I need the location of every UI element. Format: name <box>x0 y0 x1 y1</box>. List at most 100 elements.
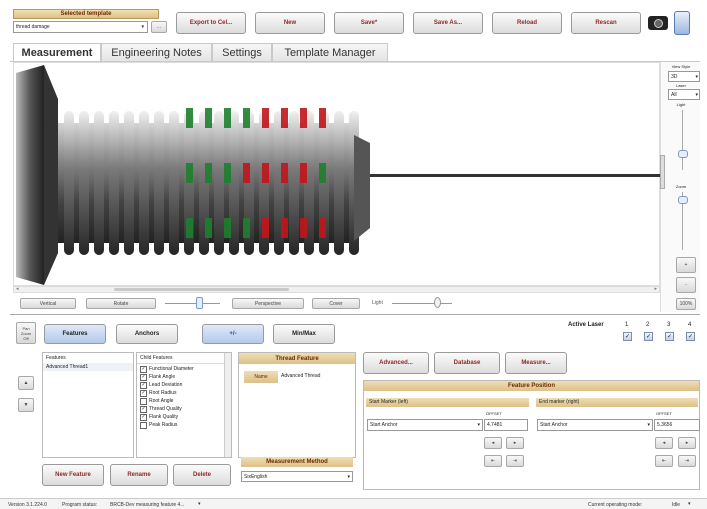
end-step-right-button[interactable]: ▸ <box>678 437 696 449</box>
end-align-left-button[interactable]: ⇤ <box>655 455 673 467</box>
start-align-right-button[interactable]: ⇥ <box>506 455 524 467</box>
checkbox[interactable]: ✓ <box>140 381 147 389</box>
light-slider[interactable] <box>682 110 683 170</box>
zoom-reset-button[interactable]: 100% <box>676 298 696 310</box>
program-status-value: BRCB-Dev measuring feature 4... <box>110 502 185 508</box>
thread-feature-title: Thread Feature <box>239 353 355 364</box>
end-anchor-select[interactable]: Start Anchor ▾ <box>537 419 653 431</box>
perspective-button[interactable]: Perspective <box>232 298 304 309</box>
tab-engineering-notes[interactable]: Engineering Notes <box>101 43 212 61</box>
zoom-slider-thumb[interactable] <box>678 196 688 204</box>
child-features-list[interactable]: Child Features ✓ Functional Diameter ✓ Flan… <box>136 352 232 458</box>
save-button[interactable]: Save* <box>334 12 404 34</box>
scroll-right-icon[interactable]: ▸ <box>654 286 657 292</box>
tab-settings[interactable]: Settings <box>212 43 272 61</box>
advanced-button[interactable]: Advanced... <box>363 352 429 374</box>
child-scrollbar[interactable] <box>224 353 231 457</box>
anchors-tab-button[interactable]: Anchors <box>116 324 178 344</box>
template-ellipsis-button[interactable]: ... <box>151 21 167 33</box>
checkbox[interactable]: ✓ <box>140 373 147 381</box>
cover-button[interactable]: Cover <box>312 298 360 309</box>
child-feature-item[interactable]: ✓ Flank Angle <box>140 373 228 381</box>
checkbox[interactable]: ✓ <box>140 405 147 413</box>
viewport-horizontal-scrollbar[interactable]: ◂ ▸ <box>13 286 660 293</box>
child-feature-item[interactable]: ✓ Lead Deviation <box>140 381 228 389</box>
viewport-vertical-scroll-handle[interactable] <box>660 155 665 189</box>
thread-feature-panel: Thread Feature Name Advanced Thread Meas… <box>238 352 356 467</box>
checkbox[interactable]: ✓ <box>140 365 147 373</box>
database-button[interactable]: Database <box>434 352 500 374</box>
light-bar-thumb[interactable] <box>434 297 441 308</box>
laser-checkbox[interactable]: ✓ <box>686 332 695 341</box>
tab-measurement[interactable]: Measurement <box>13 43 101 61</box>
child-feature-item[interactable]: ✓ Thread Quality <box>140 405 228 413</box>
light-slider-thumb[interactable] <box>678 150 688 158</box>
child-feature-item[interactable]: Peak Radius <box>140 421 228 429</box>
chevron-down-icon: ▾ <box>141 24 144 30</box>
end-offset-field[interactable]: 5.3656 <box>654 419 700 431</box>
rescan-button[interactable]: Rescan <box>571 12 641 34</box>
tab-template-manager[interactable]: Template Manager <box>272 43 388 61</box>
checkbox[interactable] <box>140 397 147 405</box>
move-up-button[interactable]: ▲ <box>18 376 34 390</box>
3d-viewport[interactable] <box>13 62 660 286</box>
plus-minus-button[interactable]: +/- <box>202 324 264 344</box>
zoom-label: Zoom <box>675 184 687 189</box>
template-select-value: thread damage <box>16 24 50 30</box>
child-feature-label: Flank Angle <box>149 374 176 380</box>
measure-button[interactable]: Measure... <box>505 352 567 374</box>
child-feature-item[interactable]: ✓ Flank Quality <box>140 413 228 421</box>
delete-button[interactable]: Delete <box>173 464 231 486</box>
reload-button[interactable]: Reload <box>492 12 562 34</box>
start-anchor-select[interactable]: Start Anchor ▾ <box>367 419 483 431</box>
features-tab-button[interactable]: Features <box>44 324 106 344</box>
new-feature-button[interactable]: New Feature <box>42 464 104 486</box>
features-list[interactable]: Features Advanced Thread1 <box>42 352 134 458</box>
child-feature-item[interactable]: Root Angle <box>140 397 228 405</box>
new-button[interactable]: New <box>255 12 325 34</box>
laser-checkbox[interactable]: ✓ <box>665 332 674 341</box>
chevron-down-icon[interactable]: ▾ <box>198 501 201 507</box>
zoom-in-button[interactable]: + <box>676 257 696 273</box>
laser-select[interactable]: All ▾ <box>668 89 700 100</box>
version-text: Version 3.1.224.0 <box>8 502 47 508</box>
pan-zoom-button[interactable]: Pan Zoom Off <box>16 322 36 344</box>
laser-checkbox[interactable]: ✓ <box>623 332 632 341</box>
start-step-right-button[interactable]: ▸ <box>506 437 524 449</box>
end-step-left-button[interactable]: ◂ <box>655 437 673 449</box>
minmax-button[interactable]: Min/Max <box>273 324 335 344</box>
camera-icon[interactable] <box>648 16 668 30</box>
end-align-right-button[interactable]: ⇥ <box>678 455 696 467</box>
checkbox[interactable] <box>140 421 147 429</box>
checkbox[interactable]: ✓ <box>140 413 147 421</box>
features-list-header: Features <box>46 355 66 361</box>
checkbox[interactable]: ✓ <box>140 389 147 397</box>
start-step-left-button[interactable]: ◂ <box>484 437 502 449</box>
view-style-select[interactable]: 3D ▾ <box>668 71 700 82</box>
zoom-out-button[interactable]: - <box>676 277 696 293</box>
scroll-left-icon[interactable]: ◂ <box>16 286 19 292</box>
sensor-icon[interactable] <box>674 11 690 35</box>
move-down-button[interactable]: ▼ <box>18 398 34 412</box>
export-button[interactable]: Export to Cel... <box>176 12 246 34</box>
rename-button[interactable]: Rename <box>110 464 168 486</box>
child-feature-item[interactable]: ✓ Root Radius <box>140 389 228 397</box>
vertical-button[interactable]: Vertical <box>20 298 76 309</box>
start-offset-field[interactable]: 4.7481 <box>484 419 528 431</box>
name-field[interactable]: Advanced Thread <box>281 373 320 379</box>
view-slider-thumb[interactable] <box>196 297 203 309</box>
view-slider[interactable] <box>165 303 220 304</box>
laser-checkbox[interactable]: ✓ <box>644 332 653 341</box>
scroll-thumb[interactable] <box>114 288 289 291</box>
operating-mode-label: Current operating mode: <box>588 502 643 508</box>
measurement-method-select[interactable]: SixEnglish ▾ <box>241 471 353 482</box>
operating-mode-value[interactable]: Idle <box>672 502 680 508</box>
start-align-left-button[interactable]: ⇤ <box>484 455 502 467</box>
light-bar-slider[interactable] <box>392 303 452 304</box>
rotate-button[interactable]: Rotate <box>86 298 156 309</box>
list-item[interactable]: Advanced Thread1 <box>43 363 133 371</box>
child-feature-item[interactable]: ✓ Functional Diameter <box>140 365 228 373</box>
save-as-button[interactable]: Save As... <box>413 12 483 34</box>
template-select[interactable]: thread damage ▾ <box>13 21 148 33</box>
chevron-down-icon[interactable]: ▾ <box>688 501 691 507</box>
